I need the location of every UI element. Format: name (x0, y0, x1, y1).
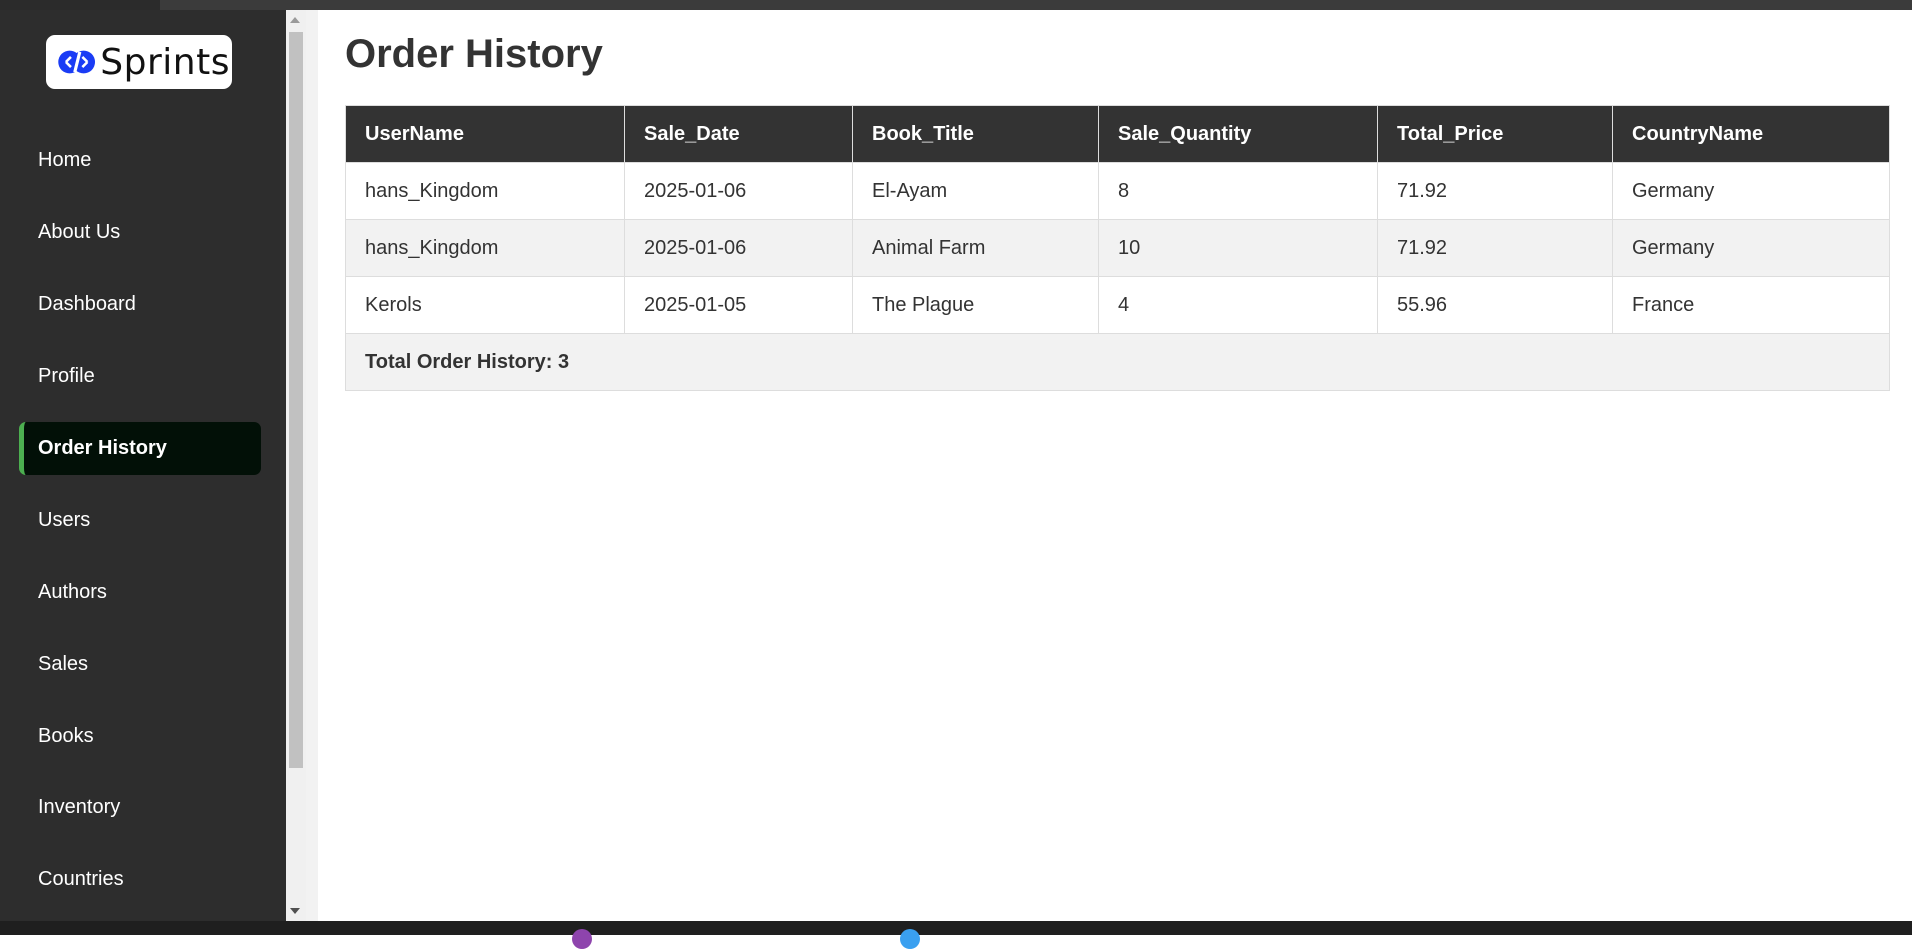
cell-country-name: France (1612, 276, 1890, 334)
column-header-country-name: CountryName (1612, 105, 1890, 163)
table-row: hans_Kingdom 2025-01-06 El-Ayam 8 71.92 … (345, 162, 1890, 220)
cell-total-price: 71.92 (1377, 162, 1613, 220)
cell-book-title: The Plague (852, 276, 1099, 334)
cell-username: hans_Kingdom (345, 219, 625, 277)
column-header-sale-date: Sale_Date (624, 105, 853, 163)
order-history-table: UserName Sale_Date Book_Title Sale_Quant… (345, 105, 1890, 391)
sidebar-scrollbar[interactable] (286, 10, 306, 921)
total-order-history: Total Order History: 3 (345, 333, 1890, 391)
sidebar-item-profile[interactable]: Profile (19, 350, 261, 403)
cell-sale-quantity: 8 (1098, 162, 1378, 220)
main-content: Order History UserName Sale_Date Book_Ti… (318, 10, 1912, 921)
table-row: hans_Kingdom 2025-01-06 Animal Farm 10 7… (345, 219, 1890, 277)
cell-book-title: Animal Farm (852, 219, 1099, 277)
table-header-row: UserName Sale_Date Book_Title Sale_Quant… (345, 105, 1890, 163)
sidebar-item-inventory[interactable]: Inventory (19, 781, 261, 834)
sidebar-item-dashboard[interactable]: Dashboard (19, 278, 261, 331)
column-header-total-price: Total_Price (1377, 105, 1613, 163)
cell-total-price: 71.92 (1377, 219, 1613, 277)
scrollbar-thumb[interactable] (289, 32, 303, 768)
sidebar-item-users[interactable]: Users (19, 494, 261, 547)
content-divider (306, 10, 318, 921)
sidebar-item-sales[interactable]: Sales (19, 638, 261, 691)
cell-sale-date: 2025-01-06 (624, 219, 853, 277)
taskbar-app-icon[interactable] (900, 929, 920, 949)
column-header-sale-quantity: Sale_Quantity (1098, 105, 1378, 163)
sprints-logo-icon (58, 50, 96, 74)
sidebar-item-books[interactable]: Books (19, 710, 261, 763)
table-total-row: Total Order History: 3 (345, 333, 1890, 391)
sidebar-item-authors[interactable]: Authors (19, 566, 261, 619)
cell-sale-quantity: 10 (1098, 219, 1378, 277)
taskbar-app-icon[interactable] (572, 929, 592, 949)
cell-sale-quantity: 4 (1098, 276, 1378, 334)
table-row: Kerols 2025-01-05 The Plague 4 55.96 Fra… (345, 276, 1890, 334)
column-header-username: UserName (345, 105, 625, 163)
scroll-down-arrow-icon[interactable] (290, 908, 300, 914)
sidebar-item-about-us[interactable]: About Us (19, 206, 261, 259)
cell-username: hans_Kingdom (345, 162, 625, 220)
cell-total-price: 55.96 (1377, 276, 1613, 334)
brand-logo[interactable]: Sprints (46, 35, 232, 89)
cell-username: Kerols (345, 276, 625, 334)
browser-top-strip (0, 0, 1912, 10)
cell-country-name: Germany (1612, 219, 1890, 277)
cell-sale-date: 2025-01-06 (624, 162, 853, 220)
sidebar-item-home[interactable]: Home (19, 134, 261, 187)
page-title: Order History (345, 32, 603, 76)
cell-book-title: El-Ayam (852, 162, 1099, 220)
scroll-up-arrow-icon[interactable] (290, 17, 300, 23)
column-header-book-title: Book_Title (852, 105, 1099, 163)
os-taskbar (0, 921, 1912, 949)
sidebar: Sprints Home About Us Dashboard Profile … (0, 10, 286, 921)
brand-logo-text: Sprints (100, 41, 230, 83)
sidebar-item-order-history[interactable]: Order History (19, 422, 261, 475)
cell-country-name: Germany (1612, 162, 1890, 220)
sidebar-item-countries[interactable]: Countries (19, 853, 261, 906)
cell-sale-date: 2025-01-05 (624, 276, 853, 334)
browser-tab-edge (0, 0, 160, 10)
